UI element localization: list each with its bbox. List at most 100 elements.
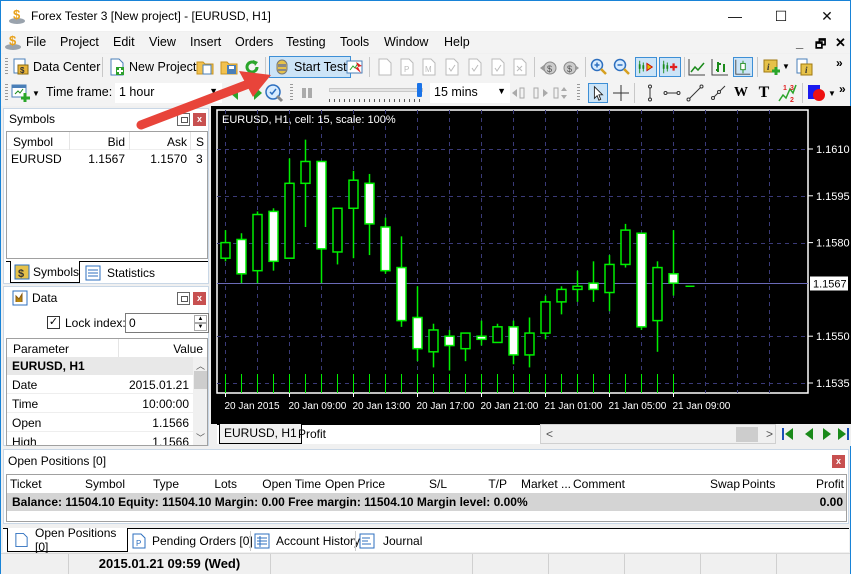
column-header-open-time[interactable]: Open Time [239, 477, 321, 491]
color-picker-icon[interactable] [807, 83, 827, 103]
modify-order-icon[interactable] [443, 58, 461, 76]
first-bar-icon[interactable] [781, 427, 795, 441]
bar-chart-icon[interactable] [711, 58, 729, 76]
toolbar-grip[interactable] [5, 84, 8, 102]
refresh-icon[interactable] [243, 58, 261, 76]
tab-account-history[interactable]: Account History [250, 531, 360, 551]
buy-money-icon[interactable]: $ [539, 58, 557, 76]
close-button[interactable]: ✕ [804, 1, 850, 31]
cursor-tool-icon[interactable] [588, 83, 608, 103]
text-tool-icon[interactable]: T [755, 84, 773, 102]
trend-line-tool-icon[interactable] [686, 84, 704, 102]
menu-insert[interactable]: Insert [190, 35, 221, 49]
previous-bar-icon[interactable] [802, 427, 816, 441]
bar-back-icon[interactable] [511, 84, 529, 102]
menu-testing[interactable]: Testing [286, 35, 326, 49]
crosshair-tool-icon[interactable] [612, 84, 630, 102]
bar-forward-icon[interactable] [531, 84, 549, 102]
column-header-market[interactable]: Market ... [511, 477, 571, 491]
last-bar-icon[interactable] [836, 427, 850, 441]
lock-index-spinner[interactable]: 0 ▲ ▼ [125, 313, 209, 333]
column-header-spread[interactable]: S [196, 135, 204, 149]
scroll-right-button[interactable]: > [766, 427, 773, 441]
step-size-select[interactable]: 15 mins ▼ [430, 83, 510, 103]
add-indicator-icon[interactable]: i [763, 58, 781, 76]
menu-tools[interactable]: Tools [340, 35, 369, 49]
candlestick-chart-icon[interactable] [733, 57, 753, 77]
candlestick-chart[interactable]: 1.1610 1.1595 1.1580 1.1550 1.1535 1.1567 20 J… [211, 106, 851, 424]
order-blank-icon[interactable] [376, 58, 394, 76]
menu-edit[interactable]: Edit [113, 35, 135, 49]
spinner-up-button[interactable]: ▲ [194, 315, 207, 323]
tab-journal[interactable]: Journal [355, 531, 422, 551]
column-header-ask[interactable]: Ask [167, 135, 187, 149]
panel-close-button[interactable]: x [193, 113, 206, 126]
column-header-open-price[interactable]: Open Price [323, 477, 385, 491]
tester-settings-icon[interactable] [264, 83, 284, 103]
line-chart-icon[interactable] [688, 58, 706, 76]
speed-slider-thumb[interactable] [417, 83, 423, 97]
panel-restore-button[interactable] [177, 292, 190, 305]
modify-all-icon[interactable] [466, 58, 484, 76]
new-chart-dropdown-icon[interactable]: ▼ [32, 89, 40, 98]
column-header-ticket[interactable]: Ticket [10, 477, 70, 491]
delete-order-icon[interactable] [511, 58, 529, 76]
chart-scrollbar-thumb[interactable] [736, 427, 758, 442]
symbol-row[interactable]: EURUSD 1.1567 1.1570 3 [7, 150, 207, 167]
minimize-button[interactable]: — [712, 1, 758, 31]
mdi-restore-button[interactable]: 🗗 [815, 35, 826, 56]
pending-order-icon[interactable]: P [398, 58, 416, 76]
tab-profit[interactable]: Profit [294, 426, 330, 444]
zoom-in-icon[interactable] [590, 58, 608, 76]
column-header-swap[interactable]: Swap [672, 477, 740, 491]
save-project-icon[interactable] [220, 58, 238, 76]
toolbar-overflow-button[interactable]: » [839, 82, 846, 96]
lock-index-checkbox[interactable]: ✓ [47, 316, 60, 329]
panel-restore-button[interactable] [177, 113, 190, 126]
column-header-symbol[interactable]: Symbol [13, 135, 53, 149]
vertical-line-tool-icon[interactable] [641, 84, 659, 102]
auto-scroll-icon[interactable] [659, 57, 681, 77]
speed-slider[interactable] [329, 83, 423, 97]
sell-money-icon[interactable]: $ [562, 58, 580, 76]
menu-orders[interactable]: Orders [235, 35, 273, 49]
maximize-button[interactable]: ☐ [758, 1, 804, 31]
zoom-out-icon[interactable] [613, 58, 631, 76]
menu-window[interactable]: Window [384, 35, 428, 49]
toolbar-grip[interactable] [5, 58, 8, 76]
toolbar-grip[interactable] [290, 84, 293, 102]
tab-symbols[interactable]: $ Symbols [10, 261, 80, 283]
tab-eurusd-h1[interactable]: EURUSD, H1 [219, 424, 302, 444]
column-header-s-l[interactable]: S/L [387, 477, 447, 491]
elliott-wave-icon[interactable]: 1 3 2 [777, 83, 797, 103]
chart-scrollbar[interactable]: < > [540, 424, 776, 444]
fibonacci-tool-icon[interactable]: W [732, 84, 750, 102]
test-settings-icon[interactable] [346, 58, 364, 76]
panel-close-button[interactable]: x [193, 292, 206, 305]
tab-pending-orders[interactable]: P Pending Orders [0] [131, 531, 253, 551]
indicator-list-icon[interactable]: i [795, 58, 813, 76]
column-header-bid[interactable]: Bid [108, 135, 125, 149]
menu-help[interactable]: Help [444, 35, 470, 49]
data-center-button[interactable]: $ Data Center [12, 56, 100, 78]
menu-project[interactable]: Project [60, 35, 99, 49]
ray-tool-icon[interactable] [709, 84, 727, 102]
tab-statistics[interactable]: Statistics [82, 263, 155, 283]
mdi-close-button[interactable]: ✕ [835, 35, 846, 51]
timeframe-select[interactable]: 1 hour ▼ [115, 83, 222, 103]
app-menu-icon[interactable]: $ [4, 33, 22, 51]
new-project-button[interactable]: New Project [108, 56, 196, 78]
close-order-icon[interactable] [489, 58, 507, 76]
spinner-down-button[interactable]: ▼ [194, 323, 207, 331]
next-bar-icon[interactable] [820, 427, 834, 441]
panel-close-button[interactable]: x [832, 455, 845, 468]
column-header-symbol[interactable]: Symbol [73, 477, 125, 491]
market-order-icon[interactable]: M [420, 58, 438, 76]
scroll-down-icon[interactable]: ﹀ [196, 431, 205, 444]
step-back-icon[interactable] [227, 84, 245, 102]
open-project-icon[interactable] [196, 58, 214, 76]
new-chart-icon[interactable] [11, 83, 31, 103]
start-test-button[interactable]: Start Test [269, 56, 351, 78]
column-header-points[interactable]: Points [742, 477, 802, 491]
menu-file[interactable]: File [26, 35, 46, 49]
